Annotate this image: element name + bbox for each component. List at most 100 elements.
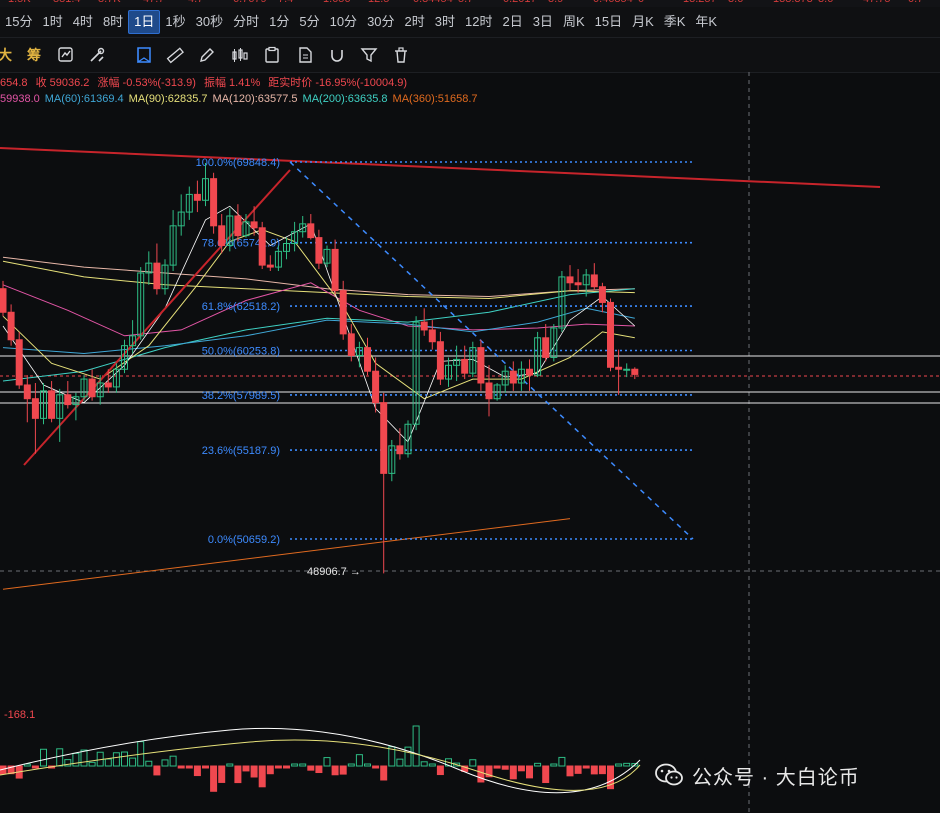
macd-bar: [210, 765, 218, 792]
macd-bar: [501, 765, 509, 770]
interval-3[interactable]: 8时: [98, 11, 128, 33]
macd-bar: [598, 765, 606, 775]
macd-bar: [428, 763, 436, 767]
bookmark-icon[interactable]: [133, 44, 155, 66]
macd-bar: [153, 765, 161, 776]
candle-body: [590, 274, 598, 288]
ticker-value: 12.5: [368, 0, 389, 5]
macd-bar: [226, 763, 234, 767]
toolbar-text-1-label: 大: [0, 47, 12, 63]
macd-bar: [412, 725, 420, 767]
trash-icon[interactable]: [390, 44, 412, 66]
candle-body: [210, 178, 218, 227]
clipboard-icon[interactable]: [261, 44, 283, 66]
price-chart[interactable]: 100.0%(69848.4) 78.6%(65741.9) 61.8%(62518…: [0, 72, 940, 813]
candle-body: [396, 445, 404, 455]
candle-body: [574, 282, 582, 286]
interval-4[interactable]: 1日: [128, 10, 161, 34]
ticker-value: 0.34454: [413, 0, 453, 5]
fib-level-label-2: 61.8%(62518.2): [202, 301, 280, 313]
candle-body: [48, 390, 56, 419]
ticker-value: 6.7679: [233, 0, 267, 5]
interval-1[interactable]: 1时: [37, 11, 67, 33]
candle-body: [364, 347, 371, 372]
settings-tools-icon[interactable]: [86, 44, 108, 66]
magnet-icon[interactable]: [326, 44, 348, 66]
fib-level-label-5: 23.6%(55187.9): [202, 445, 280, 457]
toolbar-text-1[interactable]: 大: [0, 44, 16, 66]
interval-6[interactable]: 30秒: [191, 11, 228, 33]
ticker-value: 0: [638, 0, 644, 5]
interval-10[interactable]: 10分: [325, 11, 362, 33]
macd-bar: [250, 765, 258, 778]
interval-2[interactable]: 4时: [68, 11, 98, 33]
macd-bar: [299, 763, 307, 767]
ticker-value: 881.4: [53, 0, 81, 5]
candlestick-icon[interactable]: [229, 44, 251, 66]
candle-body: [339, 290, 347, 335]
candle-body: [88, 378, 96, 398]
macd-bar: [355, 754, 363, 767]
macd-bar: [623, 762, 631, 767]
macd-value-label: -168.1: [4, 709, 35, 721]
interval-7[interactable]: 分时: [228, 11, 264, 33]
ticker-value: 0.46854: [593, 0, 633, 5]
interval-13[interactable]: 3时: [430, 11, 460, 33]
watermark-text: 公众号 · 大白论币: [692, 766, 860, 789]
macd-bar: [331, 765, 339, 776]
candle-body: [615, 366, 623, 370]
interval-0[interactable]: 15分: [0, 11, 37, 33]
interval-11[interactable]: 30分: [362, 11, 399, 33]
macd-bar: [161, 759, 169, 767]
interval-12[interactable]: 2时: [400, 11, 430, 33]
interval-15[interactable]: 2日: [497, 11, 527, 33]
interval-21[interactable]: 年K: [690, 11, 722, 33]
candle-body: [153, 262, 161, 290]
candle-body: [250, 221, 258, 229]
macd-bar: [323, 757, 331, 767]
pencil-icon[interactable]: [196, 44, 218, 66]
resistance-trendline: [0, 147, 881, 188]
wechat-icon: [655, 763, 683, 786]
ma360-line: [2, 518, 571, 590]
macd-bar: [615, 763, 623, 767]
interval-9[interactable]: 5分: [294, 11, 324, 33]
ruler-icon[interactable]: [164, 44, 186, 66]
interval-20[interactable]: 季K: [659, 11, 691, 33]
interval-18[interactable]: 15日: [590, 11, 627, 33]
macd-bar: [121, 751, 128, 767]
macd-bar: [169, 755, 177, 767]
indicator-icon[interactable]: [55, 44, 77, 66]
top-ticker-strip: 1.5K 881.4 8.7K 47.7 4.7 6.7679 7.4 1.656 12.5 0.…: [0, 0, 940, 7]
interval-19[interactable]: 月K: [627, 11, 659, 33]
interval-5[interactable]: 1秒: [160, 11, 190, 33]
macd-bar: [339, 765, 347, 775]
ticker-value: 3.9: [548, 0, 563, 5]
macd-bar: [234, 765, 242, 784]
watermark: 公众号 · 大白论币: [654, 760, 860, 790]
interval-16[interactable]: 3日: [528, 11, 558, 33]
macd-bar: [80, 749, 88, 767]
macd-bar: [590, 765, 598, 775]
macd-bar: [542, 765, 550, 784]
macd-bar: [291, 763, 299, 767]
macd-bar: [218, 765, 226, 783]
macd-bar: [420, 761, 428, 767]
candle-body: [372, 370, 380, 404]
interval-14[interactable]: 12时: [460, 11, 497, 33]
candle-body: [477, 347, 485, 384]
candle-body: [64, 394, 72, 406]
filter-icon[interactable]: [358, 44, 380, 66]
toolbar-text-2-label: 筹: [27, 47, 41, 63]
candle-body: [461, 358, 469, 374]
toolbar-text-2[interactable]: 筹: [23, 44, 45, 66]
candle-body: [598, 286, 606, 303]
interval-8[interactable]: 1分: [264, 11, 294, 33]
macd-bar: [258, 765, 266, 788]
fib-level-label-1: 78.6%(65741.9): [202, 238, 280, 250]
document-icon[interactable]: [294, 44, 316, 66]
candle-body: [436, 341, 444, 380]
ticker-value: 8.7K: [98, 0, 121, 5]
candle-body: [15, 339, 23, 386]
interval-17[interactable]: 周K: [558, 11, 590, 33]
